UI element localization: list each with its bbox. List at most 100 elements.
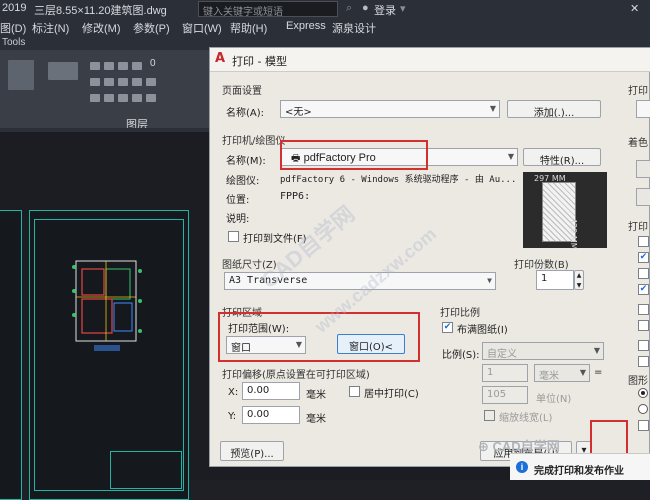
layer-tool-c-icon[interactable] [118,78,128,86]
offset-y-input[interactable]: 0.00 [242,406,300,424]
printer-properties-button[interactable]: 特性(R)... [523,148,601,167]
menu-item-express[interactable]: Express [286,20,326,32]
fit-to-paper-checkbox[interactable]: ✔ [442,322,453,333]
print-dialog: A 打印 - 模型 页面设置 名称(A): <无> ▼ 添加(.)... 打印机… [209,47,650,467]
chevron-down-icon: ▼ [579,368,586,377]
drawing-sheet-left[interactable] [0,210,22,500]
chevron-down-icon: ▼ [507,152,514,161]
page-setup-heading: 页面设置 [222,86,262,97]
offset-y-value: 0.00 [247,409,270,420]
description-label: 说明: [226,214,250,225]
menu-item-draw[interactable]: 图(D) [0,20,26,36]
scale-numerator-input[interactable]: 1 [482,364,528,382]
dialog-title-bar[interactable]: A 打印 - 模型 [210,48,650,72]
print-to-file-label: 打印到文件(F) [243,234,307,245]
center-plot-checkbox[interactable] [349,386,360,397]
option-checkbox-6[interactable] [638,320,649,331]
menu-item-parametric[interactable]: 参数(P) [133,20,170,36]
layer-tool-b-icon[interactable] [104,78,114,86]
option-checkbox-8[interactable] [638,356,649,367]
chevron-down-icon: ▼ [489,104,496,113]
orientation-radio-2[interactable] [638,404,648,414]
ribbon-group-layer-tools: 0 [88,56,198,106]
orientation-radio-1[interactable] [638,388,648,398]
layer-tool-i-icon[interactable] [132,94,142,102]
layer-freeze-icon[interactable] [104,62,114,70]
print-scale-heading: 打印比例 [440,308,480,319]
layer-tool-j-icon[interactable] [146,94,156,102]
menu-item-help[interactable]: 帮助(H) [230,20,267,36]
menu-item-yuanquan[interactable]: 源泉设计 [332,20,376,36]
search-input[interactable]: 键入关键字或短语 [198,1,338,18]
right-shade-label: 着色 [628,138,648,149]
menu-item-window[interactable]: 窗口(W) [182,20,222,36]
layer-tool-d-icon[interactable] [132,78,142,86]
right-quality-select[interactable] [636,188,650,206]
chevron-down-icon: ▼ [295,340,302,349]
print-range-value: 窗口 [231,343,251,354]
layer-stack-icon[interactable] [48,62,78,80]
page-setup-name-select[interactable]: <无> ▼ [280,100,500,118]
option-checkbox-5[interactable] [638,304,649,315]
layer-color-icon[interactable] [132,62,142,70]
scale-lineweights-checkbox[interactable] [484,410,495,421]
right-style-select[interactable] [636,100,650,118]
option-checkbox-1[interactable] [638,236,649,247]
option-checkbox-7[interactable] [638,340,649,351]
layer-tool-h-icon[interactable] [118,94,128,102]
offset-y-label: Y: [228,411,237,422]
scale-denominator-input[interactable]: 105 [482,386,528,404]
right-print-label: 打印 [628,86,648,97]
paper-size-value: A3 Transverse [229,275,308,286]
center-plot-label: 居中打印(C) [364,389,419,400]
option-checkbox-2[interactable]: ✔ [638,252,649,263]
drawing-sheet-center[interactable] [29,210,189,500]
chevron-down-icon[interactable]: ▾ [400,2,406,15]
location-label: 位置: [226,195,250,206]
layer-lock-icon[interactable] [118,62,128,70]
print-to-file-checkbox[interactable] [228,231,239,242]
offset-x-unit: 毫米 [306,390,326,401]
preview-button[interactable]: 预览(P)... [220,441,284,461]
layer-properties-icon[interactable] [8,60,34,90]
right-orientation-label: 图形 [628,376,648,387]
paper-size-select[interactable]: A3 Transverse ▼ [224,272,496,290]
printer-name-select[interactable]: 🖶 pdfFactory Pro ▼ [280,148,518,166]
printer-heading: 打印机/绘图仪 [222,136,286,147]
user-icon[interactable]: ● [362,2,369,14]
tab-tools[interactable]: Tools [2,37,25,48]
layer-on-icon[interactable] [90,62,100,70]
copies-input[interactable]: 1 [536,270,574,290]
orientation-upside-checkbox[interactable] [638,420,649,431]
printer-icon: 🖶 [291,153,301,164]
plotter-label: 绘图仪: [226,176,260,187]
login-link[interactable]: 登录 [374,2,396,18]
search-icon[interactable]: ⌕ [346,2,352,15]
info-icon: i [516,461,528,473]
ribbon-group-layers [44,56,84,106]
window-select-button[interactable]: 窗口(O)< [337,334,405,354]
menu-item-modify[interactable]: 修改(M) [82,20,121,36]
copies-stepper[interactable]: ▲ ▼ [574,270,584,290]
layer-tool-a-icon[interactable] [90,78,100,86]
print-range-select[interactable]: 窗口 ▼ [226,336,306,354]
menu-item-dimension[interactable]: 标注(N) [32,20,69,36]
offset-x-value: 0.00 [247,385,270,396]
chevron-down-icon: ▼ [487,276,492,285]
layer-tool-f-icon[interactable] [90,94,100,102]
scale-select[interactable]: 自定义 ▼ [482,342,604,360]
scale-denominator-value: 105 [487,389,507,400]
offset-x-input[interactable]: 0.00 [242,382,300,400]
right-shade-select[interactable] [636,160,650,178]
plot-complete-notification[interactable]: i 完成打印和发布作业 [510,453,650,480]
layer-tool-g-icon[interactable] [104,94,114,102]
layer-tool-e-icon[interactable] [146,78,156,86]
close-window-icon[interactable]: ✕ [630,2,639,15]
offset-x-label: X: [228,387,239,398]
option-checkbox-4[interactable]: ✔ [638,284,649,295]
current-layer[interactable]: 0 [150,58,156,69]
add-page-setup-button[interactable]: 添加(.)... [507,100,601,119]
print-range-label: 打印范围(W): [228,324,290,335]
scale-unit-select[interactable]: 毫米 ▼ [534,364,590,382]
option-checkbox-3[interactable] [638,268,649,279]
